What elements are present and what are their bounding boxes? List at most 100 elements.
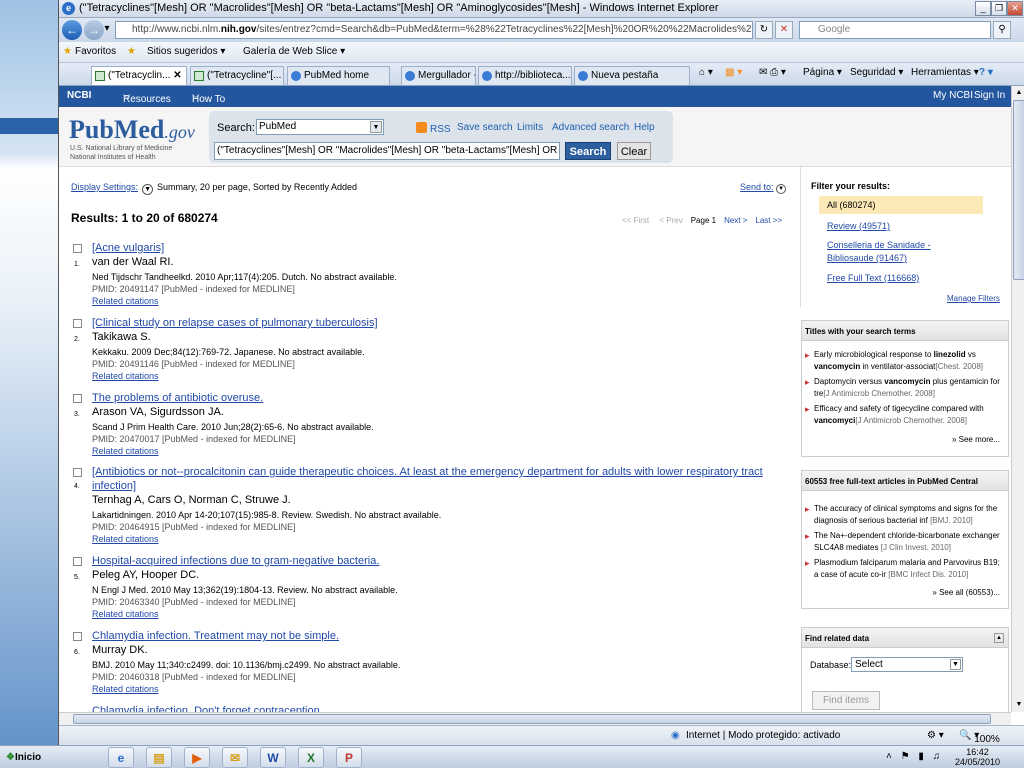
filter-review[interactable]: Review (49571) — [827, 220, 890, 233]
tab-biblioteca[interactable]: http://biblioteca... — [478, 66, 572, 85]
search-engine-input[interactable]: Google — [799, 21, 991, 39]
tab-new[interactable]: Nueva pestaña — [574, 66, 690, 85]
word-taskbar-icon[interactable]: W — [260, 747, 286, 768]
result-checkbox[interactable] — [73, 632, 82, 641]
clock[interactable]: 16:42 24/05/2010 — [955, 747, 1000, 767]
titles-item[interactable]: Daptomycin versus vancomycin plus gentam… — [805, 376, 1006, 400]
result-title[interactable]: The problems of antibiotic overuse. — [92, 391, 772, 405]
minimize-button[interactable]: _ — [975, 1, 991, 16]
mail-icon[interactable]: ✉ ⎙ ▾ — [759, 67, 786, 78]
my-ncbi-link[interactable]: My NCBI — [933, 90, 973, 101]
help-link[interactable]: Help — [634, 122, 655, 133]
sign-in-link[interactable]: Sign In — [974, 90, 1005, 101]
pubmed-logo[interactable]: PubMed.gov — [69, 115, 195, 145]
related-citations-link[interactable]: Related citations — [92, 446, 159, 456]
tools-menu[interactable]: Herramientas ▾ — [911, 67, 979, 78]
back-button[interactable]: ← — [62, 20, 82, 40]
url-input[interactable]: http://www.ncbi.nlm.nih.gov/sites/entrez… — [115, 21, 753, 39]
advanced-search-link[interactable]: Advanced search — [552, 122, 629, 133]
ie-taskbar-icon[interactable]: e — [108, 747, 134, 768]
tab-mergullador[interactable]: Mergullador - In... — [401, 66, 476, 85]
chevron-down-icon[interactable]: ▼ — [142, 184, 154, 195]
add-favorite-icon[interactable]: ★ — [127, 46, 136, 57]
related-citations-link[interactable]: Related citations — [92, 684, 159, 694]
result-title[interactable]: [Clinical study on relapse cases of pulm… — [92, 316, 772, 330]
web-slice-gallery-link[interactable]: Galería de Web Slice ▾ — [243, 46, 345, 57]
protected-mode-icon[interactable]: ⚙ ▾ — [927, 730, 944, 741]
home-icon[interactable]: ⌂ ▾ — [699, 67, 713, 78]
result-title[interactable]: Chlamydia infection. Don't forget contra… — [92, 704, 772, 712]
send-to[interactable]: Send to: ▼ — [740, 182, 787, 194]
search-term-input[interactable]: ("Tetracyclines"[Mesh] OR "Macrolides"[M… — [214, 142, 560, 160]
resources-menu[interactable]: Resources ⌵ — [123, 90, 171, 105]
horizontal-scrollbar[interactable] — [59, 712, 1011, 725]
tab-tetracycline[interactable]: ("Tetracycline"[... — [190, 66, 284, 85]
pmc-item[interactable]: The accuracy of clinical symptoms and si… — [805, 503, 1006, 527]
result-checkbox[interactable] — [73, 319, 82, 328]
restore-button[interactable]: ❐ — [991, 1, 1007, 16]
related-database-select[interactable]: Select ▼ — [851, 657, 963, 672]
see-more-link[interactable]: » See more... — [952, 435, 1000, 444]
folder-taskbar-icon[interactable]: ▤ — [146, 747, 172, 768]
close-tab-icon[interactable]: ✕ — [173, 70, 181, 81]
result-title[interactable]: Chlamydia infection. Treatment may not b… — [92, 629, 772, 643]
result-title[interactable]: [Antibiotics or not--procalcitonin can g… — [92, 465, 772, 493]
result-checkbox[interactable] — [73, 244, 82, 253]
last-page-link[interactable]: Last >> — [755, 216, 782, 225]
titles-item[interactable]: Early microbiological response to linezo… — [805, 349, 1006, 373]
stop-icon[interactable]: ✕ — [775, 21, 793, 39]
security-menu[interactable]: Seguridad ▾ — [850, 67, 903, 78]
filter-conselleria[interactable]: Conselleria de Sanidade - Bibliosaude (9… — [827, 239, 957, 265]
ncbi-logo[interactable]: NCBI — [67, 90, 91, 101]
page-menu[interactable]: Página ▾ — [803, 67, 842, 78]
result-checkbox[interactable] — [73, 394, 82, 403]
media-player-taskbar-icon[interactable]: ▶ — [184, 747, 210, 768]
result-title[interactable]: [Acne vulgaris] — [92, 241, 772, 255]
security-zone[interactable]: Internet | Modo protegido: activado — [686, 730, 840, 741]
pmc-item[interactable]: Plasmodium falciparum malaria and Parvov… — [805, 557, 1006, 581]
collapse-icon[interactable]: ▲ — [994, 633, 1004, 643]
related-citations-link[interactable]: Related citations — [92, 609, 159, 619]
feeds-icon[interactable]: ▩ ▾ — [725, 67, 742, 78]
tab-pubmed-home[interactable]: PubMed home — [287, 66, 390, 85]
result-title[interactable]: Hospital-acquired infections due to gram… — [92, 554, 772, 568]
howto-menu[interactable]: How To ⌵ — [192, 90, 225, 105]
suggested-sites-link[interactable]: Sitios sugeridos ▾ — [147, 46, 225, 57]
see-all-link[interactable]: » See all (60553)... — [932, 588, 1000, 597]
result-checkbox[interactable] — [73, 557, 82, 566]
clear-button[interactable]: Clear — [617, 142, 651, 160]
filter-free-full-text[interactable]: Free Full Text (116668) — [827, 272, 919, 285]
search-icon[interactable]: ⚲ — [993, 21, 1011, 39]
search-button[interactable]: Search — [565, 142, 611, 160]
help-menu[interactable]: ? ▾ — [979, 67, 993, 78]
related-citations-link[interactable]: Related citations — [92, 296, 159, 306]
excel-taskbar-icon[interactable]: X — [298, 747, 324, 768]
titles-item[interactable]: Efficacy and safety of tigecycline compa… — [805, 403, 1006, 427]
favorites-button[interactable]: Favoritos — [75, 46, 116, 57]
filter-all[interactable]: All (680274) — [819, 196, 983, 214]
pubmed-header: PubMed.gov U.S. National Library of Medi… — [59, 107, 1011, 167]
pmc-item[interactable]: The Na+-dependent chloride-bicarbonate e… — [805, 530, 1006, 554]
related-citations-link[interactable]: Related citations — [92, 371, 159, 381]
vertical-scrollbar[interactable]: ▲ ▼ — [1011, 86, 1024, 712]
outlook-taskbar-icon[interactable]: ✉ — [222, 747, 248, 768]
save-search-link[interactable]: Save search — [457, 122, 513, 133]
start-button[interactable]: ❖Inicio — [2, 748, 42, 767]
tab-tetracyclines-active[interactable]: ("Tetracyclin... ✕ — [91, 66, 187, 85]
next-page-link[interactable]: Next > — [724, 216, 747, 225]
related-citations-link[interactable]: Related citations — [92, 534, 159, 544]
zoom-level[interactable]: 🔍 100% ▾ — [959, 730, 1000, 745]
manage-filters-link[interactable]: Manage Filters — [947, 294, 1000, 303]
display-settings-link[interactable]: Display Settings: — [71, 182, 138, 192]
result-source: Scand J Prim Health Care. 2010 Jun;28(2)… — [92, 422, 374, 432]
rss-link[interactable]: RSS — [416, 122, 451, 135]
refresh-icon[interactable]: ↻ — [755, 21, 773, 39]
result-checkbox[interactable] — [73, 468, 82, 477]
close-window-button[interactable]: ✕ — [1007, 1, 1023, 16]
limits-link[interactable]: Limits — [517, 122, 543, 133]
powerpoint-taskbar-icon[interactable]: P — [336, 747, 362, 768]
find-items-button[interactable]: Find items — [812, 691, 880, 710]
database-select[interactable]: PubMed ▼ — [256, 119, 384, 135]
system-tray[interactable]: ˄ ⚑ ▮ ♫ — [886, 751, 943, 762]
history-dropdown-icon[interactable]: ▾ — [101, 21, 113, 39]
